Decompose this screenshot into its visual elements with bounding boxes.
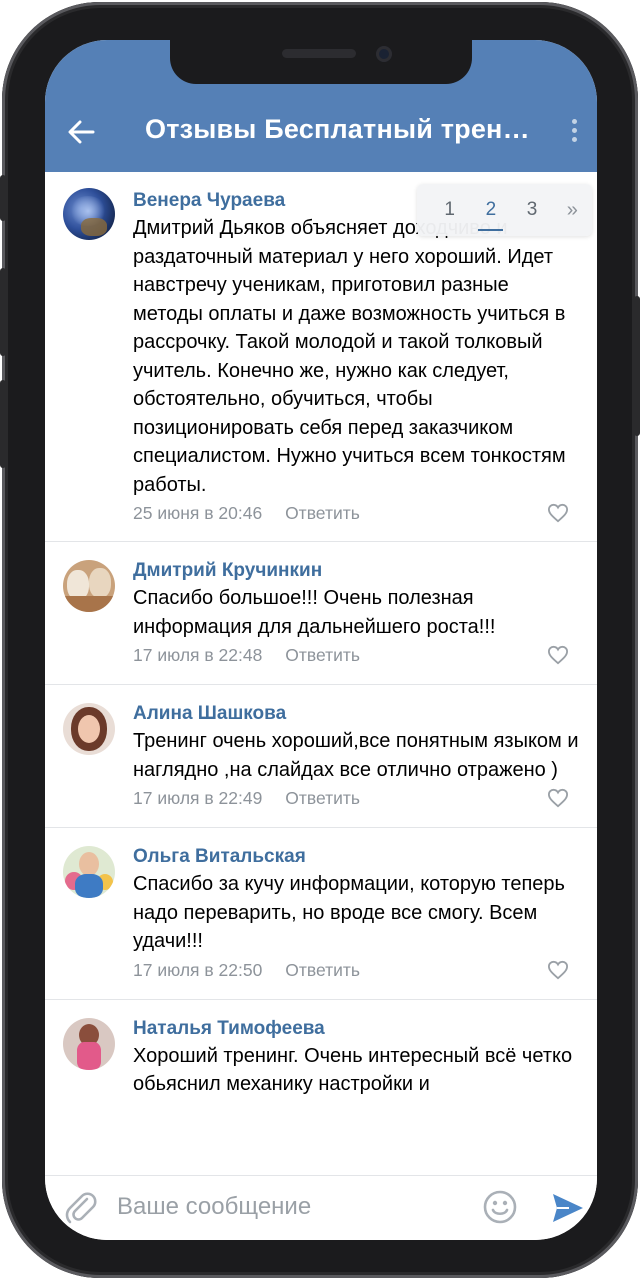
reply-button[interactable]: Ответить xyxy=(285,960,360,980)
reply-button[interactable]: Ответить xyxy=(285,645,360,665)
speaker xyxy=(282,49,356,58)
avatar[interactable] xyxy=(63,188,115,240)
page-3-button[interactable]: 3 xyxy=(511,195,552,225)
avatar[interactable] xyxy=(63,846,115,898)
comment-meta: 17 июля в 22:48 Ответить xyxy=(133,641,583,669)
message-composer xyxy=(45,1175,597,1240)
phone-screen: Отзывы Бесплатный тренинг Венера Чураева… xyxy=(45,40,597,1240)
comment-date: 17 июля в 22:48 xyxy=(133,645,263,665)
comment-meta: 17 июля в 22:49 Ответить xyxy=(133,784,583,812)
comment-meta: 17 июля в 22:50 Ответить xyxy=(133,956,583,984)
comment-item: Наталья Тимофеева Хороший тренинг. Очень… xyxy=(45,1000,597,1114)
comment-text: Спасибо за кучу информации, которую тепе… xyxy=(133,873,565,952)
comment-text: Спасибо большое!!! Очень полезная информ… xyxy=(133,587,496,638)
page-title: Отзывы Бесплатный тренинг xyxy=(145,114,535,144)
power-button xyxy=(634,296,640,436)
comment-item: Дмитрий Кручинкин Спасибо большое!!! Оче… xyxy=(45,542,597,685)
comment-date: 17 июля в 22:50 xyxy=(133,959,263,980)
comment-author[interactable]: Дмитрий Кручинкин xyxy=(133,558,583,584)
page-2-button[interactable]: 2 xyxy=(470,195,511,231)
more-vertical-icon[interactable] xyxy=(569,119,579,149)
avatar[interactable] xyxy=(63,703,115,755)
heart-icon[interactable] xyxy=(547,645,569,665)
comment-date: 17 июля в 22:49 xyxy=(133,788,263,808)
comment-item: Ольга Витальская Спасибо за кучу информа… xyxy=(45,828,597,1000)
next-page-button[interactable]: » xyxy=(553,199,592,222)
page-1-button[interactable]: 1 xyxy=(429,195,470,225)
volume-up-button xyxy=(0,268,6,356)
notch xyxy=(170,40,472,84)
heart-icon[interactable] xyxy=(547,503,569,523)
smile-icon[interactable] xyxy=(483,1190,517,1224)
comment-text: Хороший тренинг. Очень интересный всё че… xyxy=(133,1044,573,1096)
volume-down-button xyxy=(0,380,6,468)
mute-switch xyxy=(0,175,6,221)
comment-author[interactable]: Алина Шашкова xyxy=(133,701,583,727)
send-icon[interactable] xyxy=(551,1192,585,1224)
message-input[interactable] xyxy=(117,1188,467,1226)
paperclip-icon[interactable] xyxy=(65,1191,97,1225)
comment-item: Алина Шашкова Тренинг очень хороший,все … xyxy=(45,685,597,828)
avatar[interactable] xyxy=(63,560,115,612)
heart-icon[interactable] xyxy=(547,960,569,980)
pagination: 1 2 3 » xyxy=(417,184,592,236)
front-camera xyxy=(376,46,392,62)
comment-author[interactable]: Ольга Витальская xyxy=(133,844,583,870)
heart-icon[interactable] xyxy=(547,788,569,808)
reply-button[interactable]: Ответить xyxy=(285,788,360,808)
avatar[interactable] xyxy=(63,1017,115,1070)
back-arrow-icon[interactable] xyxy=(67,118,95,146)
comment-date: 25 июня в 20:46 xyxy=(133,503,263,523)
reply-button[interactable]: Ответить xyxy=(285,503,360,523)
comment-meta: 25 июня в 20:46 Ответить xyxy=(133,499,583,527)
comment-list[interactable]: Венера Чураева Дмитрий Дьяков объясняет … xyxy=(45,172,597,1175)
comment-text: Дмитрий Дьяков объясняет доходчиво и раз… xyxy=(133,217,566,496)
comment-author[interactable]: Наталья Тимофеева xyxy=(133,1016,583,1042)
comment-text: Тренинг очень хороший,все понятным языко… xyxy=(133,730,579,781)
